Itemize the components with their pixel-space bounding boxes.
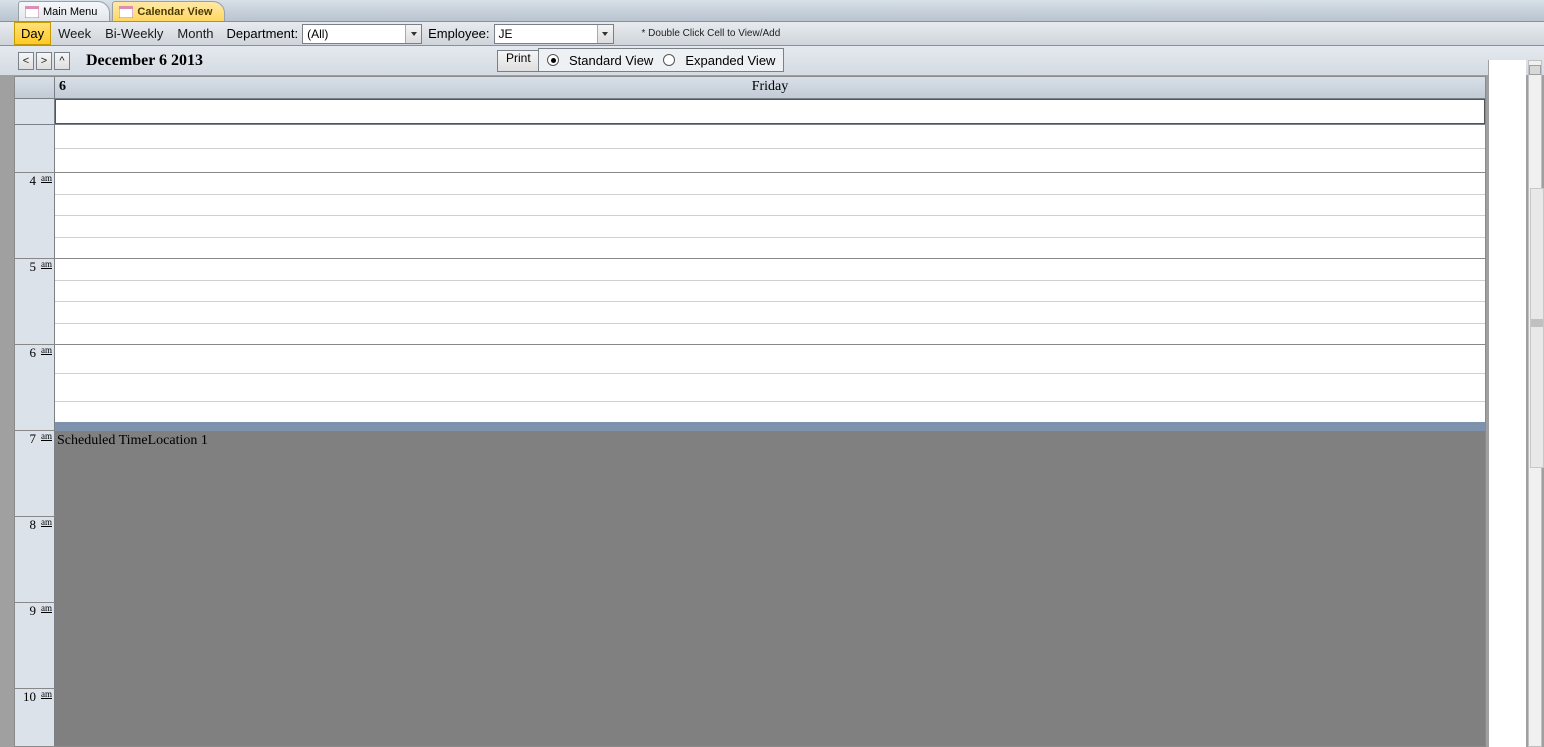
hour-gutter: 4 am xyxy=(15,173,55,258)
scrollbar-thumb[interactable] xyxy=(1531,319,1543,327)
up-button[interactable]: ^ xyxy=(54,52,70,70)
chevron-down-icon xyxy=(405,25,421,43)
hour-ampm: am xyxy=(41,259,52,269)
hour-grid: 4am5am6am7am8am9am10amScheduled TimeLoca… xyxy=(15,125,1485,747)
hour-ampm: am xyxy=(41,603,52,613)
time-slot[interactable] xyxy=(55,345,1485,374)
hour-gutter xyxy=(15,125,55,172)
time-slot[interactable] xyxy=(55,302,1485,324)
all-day-row xyxy=(15,99,1485,125)
helper-text: * Double Click Cell to View/Add xyxy=(642,28,781,39)
hour-gutter: 7 am xyxy=(15,431,55,516)
hour-gutter: 10 am xyxy=(15,689,55,747)
day-header-row: 6 Friday xyxy=(15,77,1485,99)
hour-block: 4 am xyxy=(15,173,1485,259)
hour-block xyxy=(15,125,1485,173)
hour-gutter: 9 am xyxy=(15,603,55,688)
hour-gutter: 8 am xyxy=(15,517,55,602)
view-biweekly-button[interactable]: Bi-Weekly xyxy=(98,22,170,45)
hour-slots xyxy=(55,259,1485,344)
employee-label: Employee: xyxy=(428,26,489,41)
all-day-cell[interactable] xyxy=(55,99,1485,124)
hour-slots xyxy=(55,125,1485,172)
hour-number: 8 xyxy=(30,517,37,533)
view-toolbar: Day Week Bi-Weekly Month Department: (Al… xyxy=(0,22,1544,46)
day-name: Friday xyxy=(752,79,789,95)
hour-number: 6 xyxy=(30,345,37,361)
hour-ampm: am xyxy=(41,517,52,527)
time-slot[interactable] xyxy=(55,173,1485,195)
view-day-button[interactable]: Day xyxy=(14,22,51,45)
expanded-view-radio[interactable] xyxy=(663,54,675,66)
department-value: (All) xyxy=(307,27,405,41)
time-slot[interactable] xyxy=(55,149,1485,172)
all-day-gutter xyxy=(15,99,55,124)
calendar-event[interactable]: Scheduled TimeLocation 1 xyxy=(55,422,1485,747)
time-slot[interactable] xyxy=(55,324,1485,345)
time-gutter-header xyxy=(15,77,55,98)
chevron-down-icon xyxy=(597,25,613,43)
employee-dropdown[interactable]: JE xyxy=(494,24,614,44)
hour-number: 4 xyxy=(30,173,37,189)
time-slot[interactable] xyxy=(55,195,1485,217)
hour-block: 6 am xyxy=(15,345,1485,431)
secondary-scrollbar[interactable] xyxy=(1530,188,1544,468)
hour-number: 9 xyxy=(30,603,37,619)
standard-view-radio[interactable] xyxy=(547,54,559,66)
day-header[interactable]: 6 Friday xyxy=(55,77,1485,98)
hour-ampm: am xyxy=(41,431,52,441)
hour-slots xyxy=(55,173,1485,258)
time-slot[interactable] xyxy=(55,238,1485,259)
tab-label: Calendar View xyxy=(137,6,212,18)
form-icon xyxy=(119,6,133,18)
department-dropdown[interactable]: (All) xyxy=(302,24,422,44)
prev-button[interactable]: < xyxy=(18,52,34,70)
time-slot[interactable] xyxy=(55,281,1485,303)
tab-main-menu[interactable]: Main Menu xyxy=(18,1,110,21)
hour-gutter: 6 am xyxy=(15,345,55,430)
day-number: 6 xyxy=(59,79,66,95)
hour-ampm: am xyxy=(41,689,52,699)
time-slot[interactable] xyxy=(55,125,1485,149)
right-gutter xyxy=(1488,60,1526,747)
time-slot[interactable] xyxy=(55,259,1485,281)
tab-calendar-view[interactable]: Calendar View xyxy=(112,1,225,21)
form-icon xyxy=(25,6,39,18)
view-mode-group: Standard View Expanded View xyxy=(538,48,784,72)
hour-number: 10 xyxy=(23,689,36,705)
print-button[interactable]: Print xyxy=(497,50,540,72)
time-slot[interactable] xyxy=(55,374,1485,403)
calendar-grid: 6 Friday 4am5am6am7am8am9am10amScheduled… xyxy=(14,76,1486,747)
next-button[interactable]: > xyxy=(36,52,52,70)
hour-slots xyxy=(55,345,1485,430)
time-slot[interactable] xyxy=(55,216,1485,238)
nav-button-group: < > ^ xyxy=(18,52,70,70)
view-week-button[interactable]: Week xyxy=(51,22,98,45)
hour-number: 5 xyxy=(30,259,37,275)
employee-value: JE xyxy=(499,27,597,41)
hour-block: 5 am xyxy=(15,259,1485,345)
expanded-view-label: Expanded View xyxy=(685,53,775,68)
current-date: December 6 2013 xyxy=(86,52,203,70)
hour-ampm: am xyxy=(41,173,52,183)
department-label: Department: xyxy=(227,26,299,41)
hour-gutter: 5 am xyxy=(15,259,55,344)
tab-label: Main Menu xyxy=(43,6,97,18)
standard-view-label: Standard View xyxy=(569,53,653,68)
hour-ampm: am xyxy=(41,345,52,355)
hour-number: 7 xyxy=(30,431,37,447)
scroll-up-icon[interactable] xyxy=(1529,65,1541,75)
view-month-button[interactable]: Month xyxy=(170,22,220,45)
document-tab-bar: Main Menu Calendar View xyxy=(0,0,1544,22)
